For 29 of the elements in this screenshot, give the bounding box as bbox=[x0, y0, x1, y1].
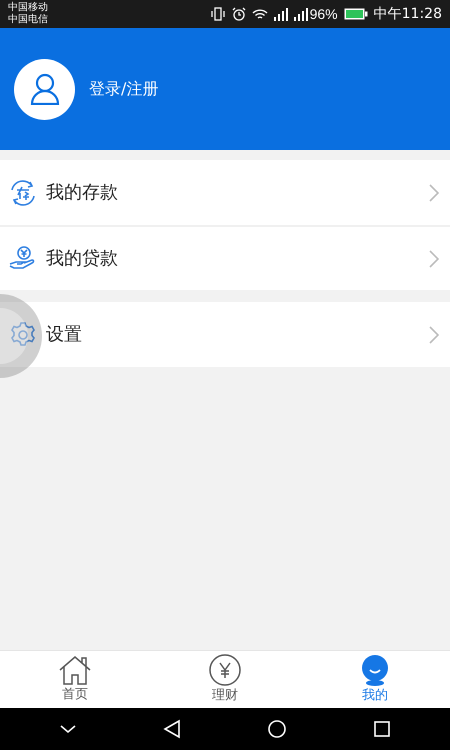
battery-icon bbox=[344, 8, 368, 20]
battery-percent: 96% bbox=[310, 4, 338, 24]
chevron-right-icon bbox=[428, 182, 440, 202]
vibrate-icon bbox=[210, 7, 226, 21]
back-icon[interactable] bbox=[163, 719, 181, 739]
tab[interactable]: 理财 bbox=[150, 651, 300, 708]
wifi-icon bbox=[252, 8, 268, 20]
login-register-link[interactable]: 登录/注册 bbox=[89, 77, 158, 101]
chevron-down-icon[interactable] bbox=[59, 724, 77, 734]
menu-label: 我的贷款 bbox=[46, 247, 118, 271]
house-icon bbox=[58, 654, 92, 685]
carrier-label: 中国移动 bbox=[8, 2, 48, 14]
deposit-icon bbox=[8, 178, 38, 208]
signal-icon bbox=[294, 8, 308, 20]
menu-label: 我的存款 bbox=[46, 181, 118, 205]
chevron-right-icon bbox=[428, 248, 440, 268]
chevron-right-icon bbox=[428, 324, 440, 344]
yen-coin-icon bbox=[209, 654, 241, 686]
recents-icon[interactable] bbox=[373, 720, 391, 738]
tab[interactable]: 首页 bbox=[0, 651, 150, 708]
carrier-label: 中国电信 bbox=[8, 14, 48, 26]
alarm-icon bbox=[232, 7, 246, 21]
clock: 中午11:28 bbox=[374, 4, 442, 24]
user-icon bbox=[30, 73, 60, 105]
user-icon bbox=[359, 654, 391, 686]
home-icon[interactable] bbox=[267, 719, 287, 739]
menu-label: 设置 bbox=[46, 323, 82, 347]
tab[interactable]: 我的 bbox=[300, 651, 450, 708]
signal-icon bbox=[274, 8, 288, 20]
